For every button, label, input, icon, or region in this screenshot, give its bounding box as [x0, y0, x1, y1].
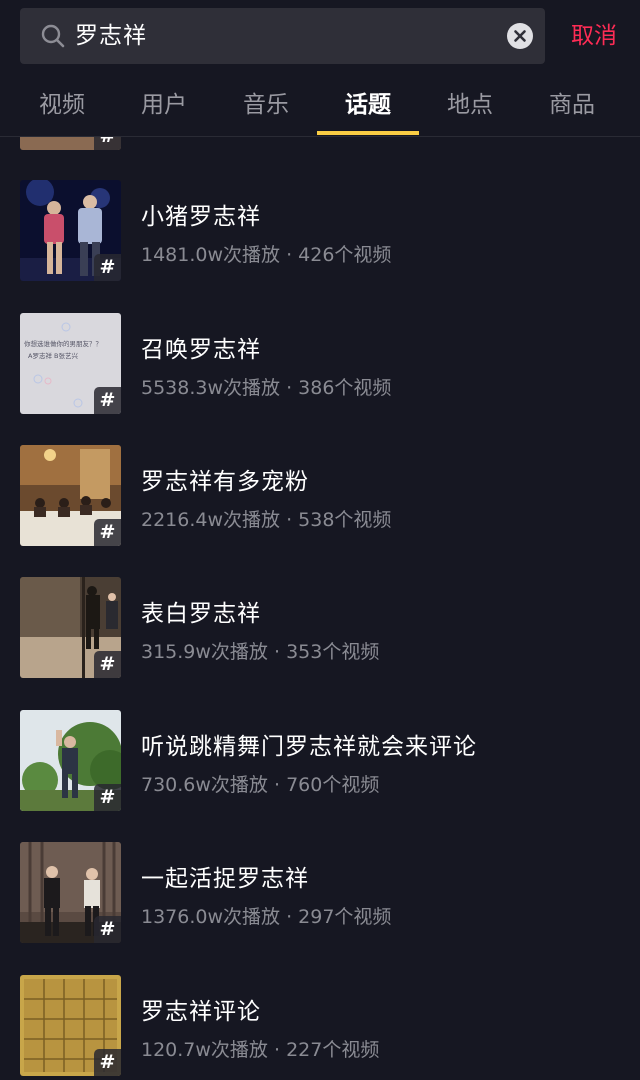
topic-title: 一起活捉罗志祥	[141, 866, 309, 892]
tab-topics[interactable]: 话题	[317, 78, 419, 133]
cancel-button[interactable]: 取消	[571, 18, 617, 54]
topic-thumbnail: #	[20, 710, 121, 811]
topic-thumbnail: #	[20, 842, 121, 943]
hashtag-icon: #	[94, 784, 121, 811]
topic-thumbnail-partial[interactable]: #	[20, 137, 121, 150]
video-count: 426个视频	[298, 244, 392, 266]
tab-videos[interactable]: 视频	[11, 78, 113, 133]
topic-title: 罗志祥有多宠粉	[141, 469, 309, 495]
topic-thumbnail: #	[20, 577, 121, 678]
topic-title: 表白罗志祥	[141, 601, 261, 627]
topic-thumbnail: 你想选谁做你的男朋友？？ A罗志祥 B张艺兴 #	[20, 313, 121, 414]
video-count: 227个视频	[286, 1039, 380, 1061]
meta-separator: ·	[280, 244, 299, 266]
topic-title: 召唤罗志祥	[141, 337, 261, 363]
topic-thumbnail: #	[20, 180, 121, 281]
active-tab-indicator	[317, 131, 419, 135]
play-count: 730.6w次播放	[141, 774, 268, 796]
topic-title: 小猪罗志祥	[141, 204, 261, 230]
meta-separator: ·	[267, 1039, 287, 1061]
search-bar-row: 罗志祥 取消	[0, 0, 640, 70]
meta-separator: ·	[280, 509, 299, 531]
tab-products[interactable]: 商品	[521, 78, 623, 133]
hashtag-icon: #	[94, 254, 121, 281]
play-count: 120.7w次播放	[141, 1039, 268, 1061]
video-count: 538个视频	[298, 509, 392, 531]
topic-title: 罗志祥评论	[141, 999, 261, 1025]
search-query-text: 罗志祥	[75, 23, 147, 49]
tab-users[interactable]: 用户	[113, 78, 215, 133]
video-count: 760个视频	[286, 774, 380, 796]
thumb-caption-line1: 你想选谁做你的男朋友？？	[24, 339, 102, 348]
topic-stats: 5538.3w次播放 · 386个视频	[141, 373, 391, 400]
meta-separator: ·	[267, 774, 287, 796]
play-count: 5538.3w次播放	[141, 377, 281, 399]
meta-separator: ·	[280, 906, 299, 928]
play-count: 315.9w次播放	[141, 641, 268, 663]
hashtag-icon: #	[94, 137, 121, 150]
meta-separator: ·	[280, 377, 299, 399]
hashtag-icon: #	[94, 387, 121, 414]
meta-separator: ·	[267, 641, 287, 663]
tab-music[interactable]: 音乐	[215, 78, 317, 133]
tab-locations[interactable]: 地点	[419, 78, 521, 133]
topic-stats: 1376.0w次播放 · 297个视频	[141, 902, 391, 929]
search-icon	[40, 23, 66, 49]
topic-thumbnail: #	[20, 445, 121, 546]
video-count: 353个视频	[286, 641, 380, 663]
play-count: 1481.0w次播放	[141, 244, 281, 266]
hashtag-icon: #	[94, 651, 121, 678]
topic-stats: 120.7w次播放 · 227个视频	[141, 1035, 379, 1062]
category-tabs: 视频 用户 音乐 话题 地点 商品	[0, 78, 640, 137]
play-count: 1376.0w次播放	[141, 906, 281, 928]
hashtag-icon: #	[94, 519, 121, 546]
topic-title: 听说跳精舞门罗志祥就会来评论	[141, 734, 477, 760]
topic-stats: 730.6w次播放 · 760个视频	[141, 770, 379, 797]
video-count: 386个视频	[298, 377, 392, 399]
hashtag-icon: #	[94, 916, 121, 943]
topic-thumbnail: #	[20, 975, 121, 1076]
clear-icon[interactable]	[507, 23, 533, 49]
thumb-caption-line2: A罗志祥 B张艺兴	[28, 351, 78, 360]
topic-stats: 2216.4w次播放 · 538个视频	[141, 505, 391, 532]
search-input[interactable]: 罗志祥	[20, 8, 545, 64]
topic-results-list: # # 小猪罗志祥 1481.0w次播放 · 426个视频	[0, 137, 640, 1080]
topic-stats: 1481.0w次播放 · 426个视频	[141, 240, 391, 267]
video-count: 297个视频	[298, 906, 392, 928]
topic-stats: 315.9w次播放 · 353个视频	[141, 637, 379, 664]
hashtag-icon: #	[94, 1049, 121, 1076]
play-count: 2216.4w次播放	[141, 509, 281, 531]
